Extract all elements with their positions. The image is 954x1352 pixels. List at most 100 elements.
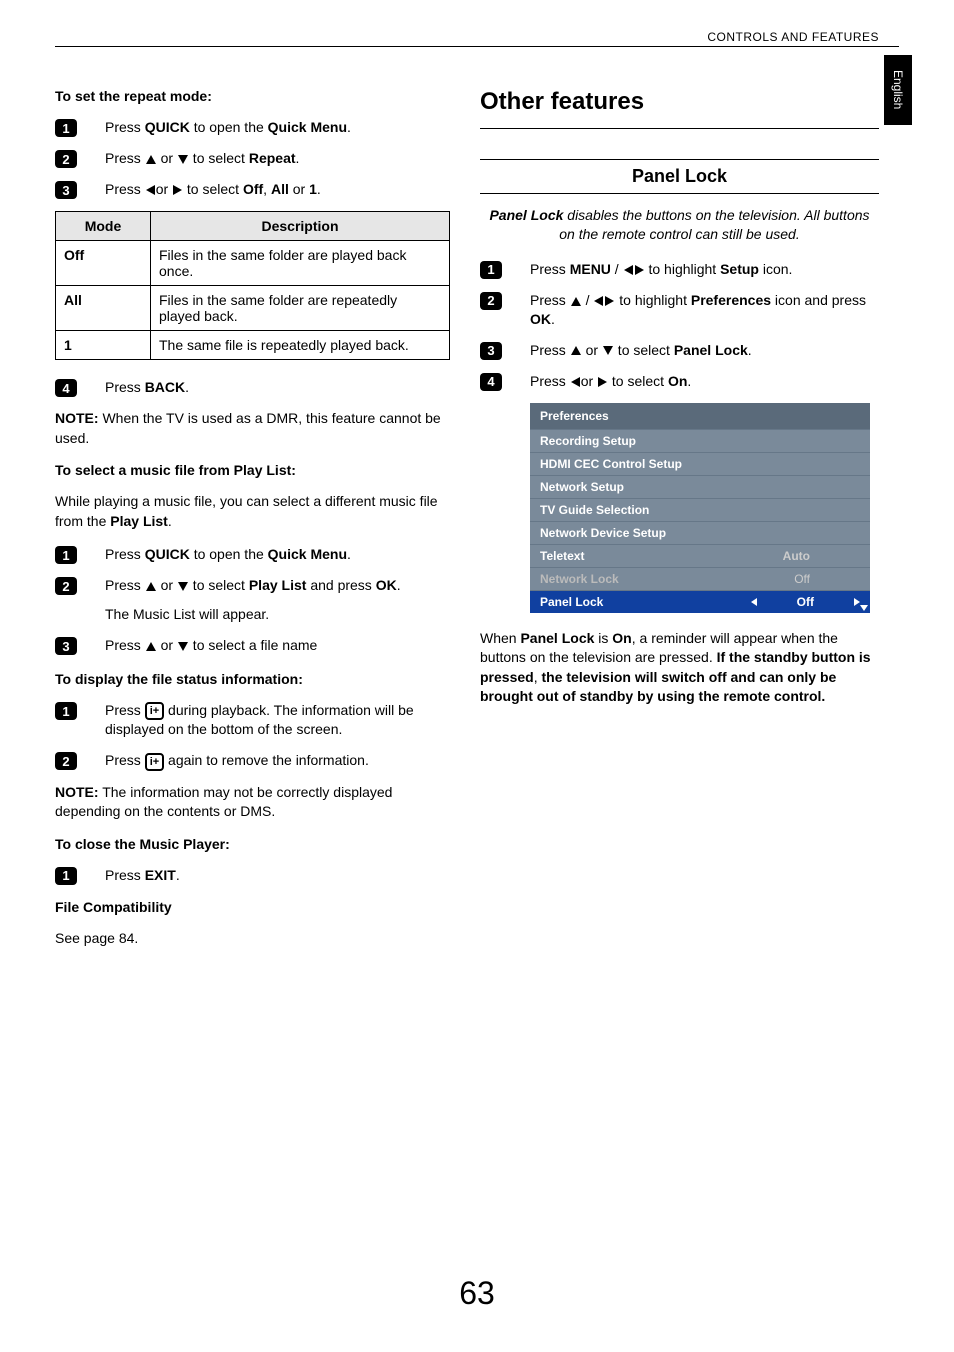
menu-row: Network Device Setup bbox=[530, 521, 870, 544]
menu-row-disabled: Network LockOff bbox=[530, 567, 870, 590]
close-step-1: 1 Press EXIT. bbox=[55, 866, 450, 885]
language-tab: English bbox=[884, 55, 912, 125]
table-row: 1 The same file is repeatedly played bac… bbox=[56, 331, 450, 360]
right-column: Other features Panel Lock Panel Lock dis… bbox=[480, 88, 879, 962]
step-text: Press EXIT. bbox=[105, 866, 450, 885]
up-icon bbox=[146, 582, 156, 591]
step-text: Press or to select Off, All or 1. bbox=[105, 180, 450, 199]
panel-step-1: 1 Press MENU / to highlight Setup icon. bbox=[480, 260, 879, 279]
other-features-title: Other features bbox=[480, 88, 879, 116]
panel-step-2: 2 Press / to highlight Preferences icon … bbox=[480, 291, 879, 329]
playlist-intro: While playing a music file, you can sele… bbox=[55, 492, 450, 531]
step-badge-3: 3 bbox=[480, 342, 502, 360]
step-text: Press or to select Play List and press O… bbox=[105, 576, 450, 624]
menu-row: Recording Setup bbox=[530, 429, 870, 452]
left-icon bbox=[751, 598, 757, 606]
menu-header: Preferences bbox=[530, 403, 870, 429]
menu-row: TeletextAuto bbox=[530, 544, 870, 567]
playlist-heading: To select a music file from Play List: bbox=[55, 462, 450, 478]
header-rule bbox=[55, 46, 899, 47]
step-text: Press QUICK to open the Quick Menu. bbox=[105, 545, 450, 564]
menu-row: Network Setup bbox=[530, 475, 870, 498]
panel-lock-title: Panel Lock bbox=[480, 159, 879, 194]
up-icon bbox=[571, 297, 581, 306]
cell-desc: The same file is repeatedly played back. bbox=[151, 331, 450, 360]
table-header-description: Description bbox=[151, 212, 450, 241]
step-text: Press or to select a file name bbox=[105, 636, 450, 655]
left-icon bbox=[594, 296, 603, 306]
cell-desc: Files in the same folder are played back… bbox=[151, 241, 450, 286]
left-column: To set the repeat mode: 1 Press QUICK to… bbox=[55, 88, 450, 962]
note-status: NOTE: The information may not be correct… bbox=[55, 783, 450, 822]
step-badge-2: 2 bbox=[55, 752, 77, 770]
step-text: Press QUICK to open the Quick Menu. bbox=[105, 118, 450, 137]
table-row: Off Files in the same folder are played … bbox=[56, 241, 450, 286]
preferences-menu-screenshot: Preferences Recording Setup HDMI CEC Con… bbox=[530, 403, 870, 613]
right-icon bbox=[173, 185, 182, 195]
step-badge-2: 2 bbox=[55, 577, 77, 595]
info-icon: i+ bbox=[145, 753, 164, 771]
header-section-label: CONTROLS AND FEATURES bbox=[707, 30, 879, 44]
right-icon bbox=[605, 296, 614, 306]
step-badge-4: 4 bbox=[55, 379, 77, 397]
cell-mode: 1 bbox=[64, 337, 72, 353]
menu-row: TV Guide Selection bbox=[530, 498, 870, 521]
left-icon bbox=[571, 377, 580, 387]
down-icon bbox=[603, 346, 613, 355]
title-rule bbox=[480, 128, 879, 129]
page-number: 63 bbox=[0, 1275, 954, 1312]
step-badge-3: 3 bbox=[55, 637, 77, 655]
repeat-mode-table: Mode Description Off Files in the same f… bbox=[55, 211, 450, 360]
step-text: Press or to select On. bbox=[530, 372, 879, 391]
step-text: Press i+ during playback. The informatio… bbox=[105, 701, 450, 739]
step-badge-4: 4 bbox=[480, 373, 502, 391]
playlist-step-1: 1 Press QUICK to open the Quick Menu. bbox=[55, 545, 450, 564]
status-heading: To display the file status information: bbox=[55, 671, 450, 687]
step-text: Press or to select Panel Lock. bbox=[530, 341, 879, 360]
left-icon bbox=[146, 185, 155, 195]
language-tab-text: English bbox=[891, 70, 905, 109]
repeat-step-3: 3 Press or to select Off, All or 1. bbox=[55, 180, 450, 199]
step-badge-2: 2 bbox=[55, 150, 77, 168]
note-dmr: NOTE: When the TV is used as a DMR, this… bbox=[55, 409, 450, 448]
step-text: Press / to highlight Preferences icon an… bbox=[530, 291, 879, 329]
right-icon bbox=[635, 265, 644, 275]
step-text: Press MENU / to highlight Setup icon. bbox=[530, 260, 879, 279]
status-step-1: 1 Press i+ during playback. The informat… bbox=[55, 701, 450, 739]
down-icon bbox=[178, 155, 188, 164]
repeat-step-2: 2 Press or to select Repeat. bbox=[55, 149, 450, 168]
cell-desc: Files in the same folder are repeatedly … bbox=[151, 286, 450, 331]
playlist-step-2: 2 Press or to select Play List and press… bbox=[55, 576, 450, 624]
step-badge-1: 1 bbox=[55, 119, 77, 137]
step-badge-1: 1 bbox=[55, 867, 77, 885]
left-icon bbox=[624, 265, 633, 275]
table-header-mode: Mode bbox=[56, 212, 151, 241]
up-icon bbox=[146, 155, 156, 164]
step-text: Press BACK. bbox=[105, 378, 450, 397]
compat-heading: File Compatibility bbox=[55, 899, 450, 915]
playlist-step-2-sub: The Music List will appear. bbox=[105, 606, 269, 622]
step-badge-1: 1 bbox=[55, 702, 77, 720]
step-badge-3: 3 bbox=[55, 181, 77, 199]
step-text: Press or to select Repeat. bbox=[105, 149, 450, 168]
panel-lock-intro: Panel Lock disables the buttons on the t… bbox=[480, 206, 879, 244]
repeat-step-4: 4 Press BACK. bbox=[55, 378, 450, 397]
table-row: All Files in the same folder are repeate… bbox=[56, 286, 450, 331]
info-icon: i+ bbox=[145, 702, 164, 720]
step-badge-1: 1 bbox=[55, 546, 77, 564]
menu-row-selected: Panel Lock Off bbox=[530, 590, 870, 613]
panel-lock-outro: When Panel Lock is On, a reminder will a… bbox=[480, 629, 879, 707]
step-text: Press i+ again to remove the information… bbox=[105, 751, 450, 770]
down-icon bbox=[178, 642, 188, 651]
down-icon bbox=[178, 582, 188, 591]
up-icon bbox=[571, 346, 581, 355]
step-badge-1: 1 bbox=[480, 261, 502, 279]
compat-text: See page 84. bbox=[55, 929, 450, 949]
up-icon bbox=[146, 642, 156, 651]
panel-step-3: 3 Press or to select Panel Lock. bbox=[480, 341, 879, 360]
step-badge-2: 2 bbox=[480, 292, 502, 310]
panel-step-4: 4 Press or to select On. bbox=[480, 372, 879, 391]
menu-row: HDMI CEC Control Setup bbox=[530, 452, 870, 475]
playlist-step-3: 3 Press or to select a file name bbox=[55, 636, 450, 655]
repeat-step-1: 1 Press QUICK to open the Quick Menu. bbox=[55, 118, 450, 137]
